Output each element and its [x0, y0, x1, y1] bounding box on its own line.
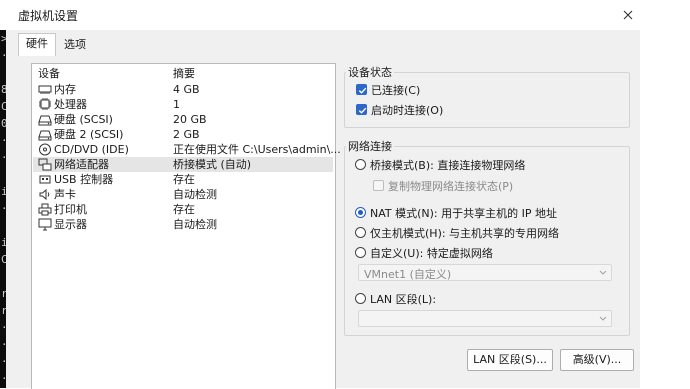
vm-settings-window: 虚拟机设置 硬件 选项 设备 摘要 内存 4 GB 处理器 1 硬盘 (SCSI… [6, 0, 640, 389]
device-status-title: 设备状态 [346, 64, 394, 80]
device-name: 硬盘 (SCSI) [54, 113, 113, 126]
custom-label[interactable]: 自定义(U): 特定虚拟网络 [370, 245, 493, 261]
device-summary: 20 GB [173, 113, 207, 126]
host-only-label[interactable]: 仅主机模式(H): 与主机共享的专用网络 [370, 225, 559, 241]
lan-segment-radio[interactable] [355, 293, 366, 304]
device-summary: 自动检测 [173, 188, 217, 201]
network-connection-group [344, 146, 630, 336]
device-row-hard-disk-2[interactable]: 硬盘 2 (SCSI) 2 GB [33, 127, 333, 142]
cd-dvd-icon [39, 143, 51, 156]
chevron-down-icon [599, 316, 607, 321]
device-summary: 正在使用文件 C:\Users\admin\... [173, 143, 341, 156]
summary-column-header[interactable]: 摘要 [173, 66, 195, 82]
device-summary: 存在 [173, 173, 195, 186]
host-only-radio[interactable] [355, 227, 366, 238]
device-name: 声卡 [54, 188, 76, 201]
device-row-sound-card[interactable]: 声卡 自动检测 [33, 187, 333, 202]
checkmark-icon [358, 107, 367, 114]
vmnet-select[interactable]: VMnet1 (自定义) [358, 264, 612, 281]
device-name: 打印机 [54, 203, 87, 216]
hard-disk-icon [38, 130, 52, 141]
lan-segment-select[interactable] [358, 310, 612, 327]
speaker-icon [39, 188, 50, 201]
device-name: CD/DVD (IDE) [54, 143, 129, 156]
tab-hardware-label: 硬件 [26, 37, 48, 50]
device-row-network-adapter[interactable]: 网络适配器 桥接模式 (自动) [33, 157, 333, 172]
checkmark-icon [358, 87, 367, 94]
connected-checkbox[interactable] [356, 84, 367, 95]
bridged-label[interactable]: 桥接模式(B): 直接连接物理网络 [370, 157, 525, 173]
device-summary: 自动检测 [173, 218, 217, 231]
device-list: 设备 摘要 内存 4 GB 处理器 1 硬盘 (SCSI) 20 GB 硬盘 2… [31, 63, 341, 389]
connect-at-power-on-checkbox[interactable] [356, 104, 367, 115]
memory-icon [38, 85, 52, 94]
device-row-hard-disk[interactable]: 硬盘 (SCSI) 20 GB [33, 112, 333, 127]
usb-icon [39, 175, 51, 184]
device-status-group [344, 72, 630, 128]
tab-hardware[interactable]: 硬件 [18, 33, 56, 56]
nat-radio[interactable] [355, 207, 366, 218]
device-row-printer[interactable]: 打印机 存在 [33, 202, 333, 217]
tab-options[interactable]: 选项 [64, 35, 86, 55]
device-row-display[interactable]: 显示器 自动检测 [33, 217, 333, 232]
replicate-physical-state-label[interactable]: 复制物理网络连接状态(P) [388, 178, 513, 194]
device-row-cd-dvd[interactable]: CD/DVD (IDE) 正在使用文件 C:\Users\admin\... [33, 142, 341, 157]
device-name: USB 控制器 [54, 173, 114, 186]
device-name: 硬盘 2 (SCSI) [54, 128, 124, 141]
printer-icon [38, 203, 52, 216]
vmnet-select-value: VMnet1 (自定义) [364, 268, 452, 281]
device-column-header[interactable]: 设备 [38, 66, 60, 82]
replicate-physical-state-checkbox[interactable] [373, 180, 384, 191]
network-adapter-icon [38, 158, 52, 171]
window-title: 虚拟机设置 [18, 9, 79, 23]
device-row-usb-controller[interactable]: USB 控制器 存在 [33, 172, 333, 187]
device-summary: 1 [173, 98, 180, 111]
chevron-down-icon [599, 270, 607, 275]
monitor-icon [38, 218, 52, 231]
device-summary: 桥接模式 (自动) [173, 158, 252, 171]
device-row-processor[interactable]: 处理器 1 [33, 97, 333, 112]
device-name: 网络适配器 [54, 158, 109, 171]
device-row-memory[interactable]: 内存 4 GB [33, 82, 333, 97]
bridged-radio[interactable] [355, 159, 366, 170]
title-bar: 虚拟机设置 [6, 0, 640, 30]
device-name: 处理器 [54, 98, 87, 111]
network-connection-title: 网络连接 [346, 138, 394, 154]
lan-segments-button[interactable]: LAN 区段(S)... [467, 349, 553, 371]
device-summary: 4 GB [173, 83, 200, 96]
device-summary: 存在 [173, 203, 195, 216]
device-name: 显示器 [54, 218, 87, 231]
device-name: 内存 [54, 83, 76, 96]
hard-disk-icon [38, 115, 52, 126]
connect-at-power-on-label[interactable]: 启动时连接(O) [371, 102, 443, 118]
lan-segment-label[interactable]: LAN 区段(L): [370, 291, 436, 307]
tab-options-label: 选项 [64, 38, 86, 51]
connected-label[interactable]: 已连接(C) [371, 82, 420, 98]
close-icon[interactable] [622, 9, 634, 21]
cpu-icon [39, 98, 51, 110]
nat-label[interactable]: NAT 模式(N): 用于共享主机的 IP 地址 [370, 205, 557, 221]
advanced-button[interactable]: 高级(V)... [560, 349, 634, 371]
custom-radio[interactable] [355, 247, 366, 258]
device-summary: 2 GB [173, 128, 200, 141]
